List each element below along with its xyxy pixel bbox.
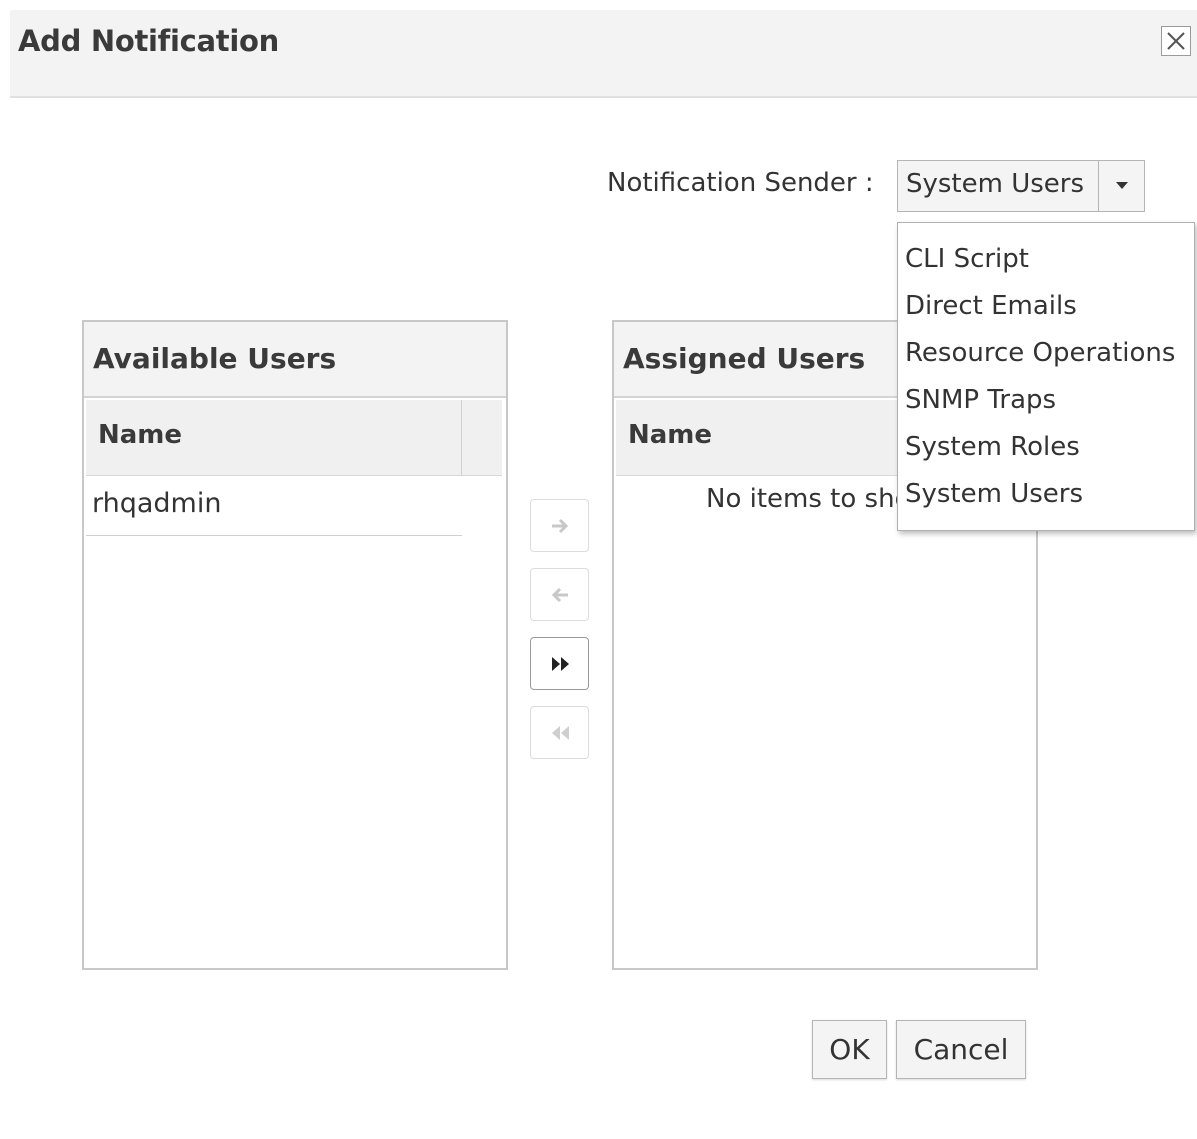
add-all-button[interactable] (530, 637, 589, 690)
arrow-right-icon (551, 518, 568, 534)
add-notification-dialog: Add Notification Notification Sender : S… (0, 0, 1197, 1139)
notification-sender-label: Notification Sender : (607, 168, 874, 198)
assigned-users-title: Assigned Users (623, 342, 866, 375)
available-users-titlebar: Available Users (84, 322, 506, 398)
notification-sender-value: System Users (906, 169, 1085, 199)
name-column-label: Name (628, 420, 713, 450)
available-users-grid-header: Name (86, 400, 502, 476)
notification-sender-dropdown: CLI Script Direct Emails Resource Operat… (897, 222, 1195, 531)
menu-item-resource-operations[interactable]: Resource Operations (898, 330, 1194, 377)
add-selected-button[interactable] (530, 499, 589, 552)
ok-button[interactable]: OK (812, 1020, 887, 1079)
dialog-title: Add Notification (18, 24, 279, 58)
menu-item-system-users[interactable]: System Users (898, 471, 1194, 518)
move-all-right-icon (551, 657, 569, 671)
available-users-panel: Available Users Name rhqadmin (82, 320, 508, 970)
chevron-down-icon (1115, 182, 1128, 189)
table-row[interactable]: rhqadmin (86, 478, 462, 536)
menu-item-direct-emails[interactable]: Direct Emails (898, 283, 1194, 330)
arrow-left-icon (551, 587, 568, 603)
name-column-header[interactable]: Name (86, 400, 462, 475)
close-button[interactable] (1161, 26, 1191, 56)
available-users-title: Available Users (93, 342, 337, 375)
menu-item-cli-script[interactable]: CLI Script (898, 236, 1194, 283)
notification-sender-select[interactable]: System Users (897, 160, 1145, 212)
name-column-label: Name (98, 420, 183, 450)
dropdown-toggle[interactable] (1098, 161, 1144, 211)
menu-item-snmp-traps[interactable]: SNMP Traps (898, 377, 1194, 424)
cancel-button[interactable]: Cancel (896, 1020, 1026, 1079)
dialog-header: Add Notification (10, 10, 1197, 98)
remove-selected-button[interactable] (530, 568, 589, 621)
close-icon (1167, 32, 1185, 50)
remove-all-button[interactable] (530, 706, 589, 759)
menu-item-system-roles[interactable]: System Roles (898, 424, 1194, 471)
user-name-cell: rhqadmin (92, 488, 222, 519)
move-all-left-icon (551, 726, 569, 740)
